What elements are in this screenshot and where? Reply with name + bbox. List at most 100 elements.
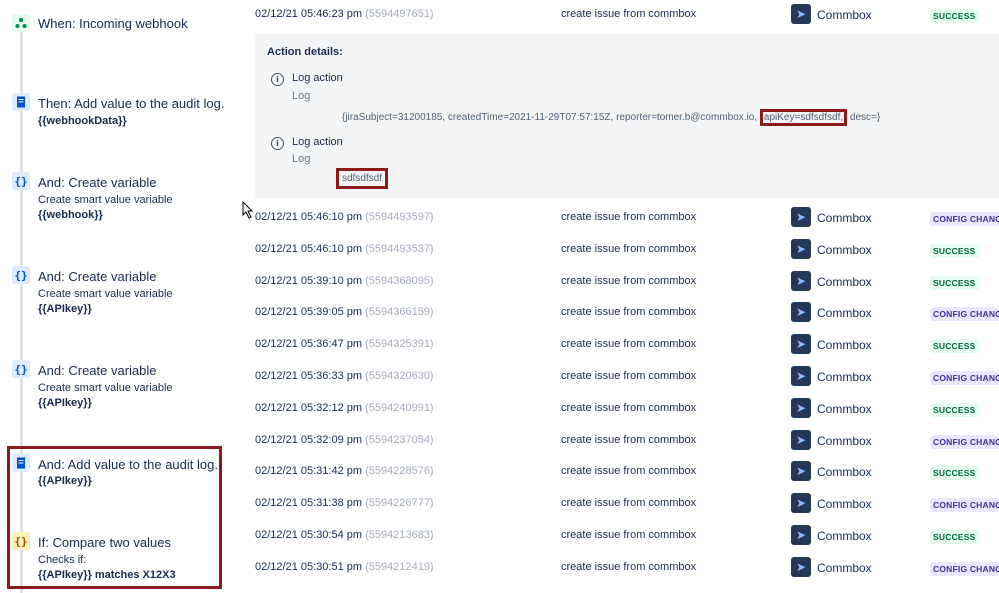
row-date: 02/12/21 05:46:23 pm (5594497651) (255, 8, 434, 20)
rule-step-value: {{webhook}} (38, 209, 103, 221)
row-project: Commbox (817, 497, 872, 512)
row-date: 02/12/21 05:30:51 pm (5594212419) (255, 560, 434, 573)
row-project: Commbox (817, 338, 872, 353)
status-badge: SUCCESS (930, 243, 979, 258)
row-date: 02/12/21 05:36:47 pm (5594325391) (255, 338, 434, 351)
row-project: Commbox (817, 242, 872, 257)
row-id: (5594212419) (365, 560, 434, 573)
audit-log-row[interactable]: 02/12/21 05:30:54 pm (5594213683) create … (240, 520, 999, 552)
status-badge: CONFIG CHANG (930, 307, 999, 322)
variable-icon: {} (12, 172, 30, 190)
rocket-icon: ➤ (791, 270, 811, 291)
row-summary: create issue from commbox (561, 433, 697, 446)
row-id: (5594226777) (365, 497, 434, 510)
status-badge: SUCCESS (930, 275, 979, 290)
row-summary: create issue from commbox (561, 338, 697, 351)
rule-step-title: And: Create variable (38, 363, 157, 378)
status-badge: SUCCESS (930, 9, 979, 23)
rule-step-subtitle: Create smart value variable (38, 288, 173, 300)
log-api-key-value: sdfsdfsdf (336, 168, 389, 189)
rule-step-title: Then: Add value to the audit log. (38, 96, 225, 111)
row-date: 02/12/21 05:39:10 pm (5594368095) (255, 274, 434, 287)
row-summary: create issue from commbox (561, 465, 697, 478)
audit-log-row[interactable]: 02/12/21 05:46:23 pm (5594497651) create… (240, 0, 999, 32)
row-project: Commbox (817, 211, 872, 225)
audit-log-row[interactable]: 02/12/21 05:36:33 pm (5594320630) create … (240, 361, 999, 393)
row-summary: create issue from commbox (561, 306, 697, 319)
row-id: (5594237054) (365, 433, 434, 446)
row-date: 02/12/21 05:46:10 pm (5594493537) (255, 242, 434, 255)
rocket-icon: ➤ (791, 302, 811, 323)
rule-step-value: {{APIkey}} (38, 397, 92, 409)
status-badge: CONFIG CHANG (930, 212, 999, 226)
action-details-panel: Action details: i Log action Log {jiraSu… (255, 34, 999, 198)
row-summary: create issue from commbox (561, 370, 697, 382)
row-id: (5594320630) (365, 370, 434, 382)
rocket-icon: ➤ (791, 556, 811, 577)
log-action-subtitle: Log (292, 90, 311, 102)
rocket-icon: ➤ (791, 334, 811, 355)
row-summary: create issue from commbox (561, 497, 697, 510)
log-api-key: apiKey=sdfsdfsdf, (759, 109, 848, 126)
row-id: (5594368095) (365, 274, 434, 287)
status-badge: SUCCESS (930, 530, 979, 544)
audit-log-row[interactable]: 02/12/21 05:31:38 pm (5594226777) create … (240, 488, 999, 520)
row-project: Commbox (817, 529, 872, 543)
audit-log-row[interactable]: 02/12/21 05:31:42 pm (5594228576) create … (240, 456, 999, 488)
audit-log-row[interactable]: 02/12/21 05:30:51 pm (5594212419) create … (240, 552, 999, 584)
log-action-subtitle: Log (292, 153, 311, 165)
rule-steps-panel: When: Incoming webhook Then: Add value t… (0, 0, 240, 593)
row-summary: create issue from commbox (561, 211, 697, 223)
row-project: Commbox (817, 370, 872, 384)
status-badge: SUCCESS (930, 339, 979, 354)
audit-log-row[interactable]: 02/12/21 05:32:09 pm (5594237054) create … (240, 425, 999, 457)
row-id: (5594366159) (365, 306, 434, 319)
rocket-icon: ➤ (791, 493, 811, 514)
annotation-highlight-box (7, 446, 222, 589)
info-icon: i (271, 137, 284, 150)
row-date: 02/12/21 05:31:42 pm (5594228576) (255, 465, 434, 478)
row-summary: create issue from commbox (561, 8, 697, 20)
row-id: (5594240991) (365, 401, 434, 414)
audit-log-row[interactable]: 02/12/21 05:36:47 pm (5594325391) create … (240, 329, 999, 361)
row-summary: create issue from commbox (561, 274, 697, 287)
row-id: (5594325391) (365, 338, 434, 351)
rocket-icon: ➤ (791, 525, 811, 545)
info-icon: i (271, 73, 284, 86)
row-summary: create issue from commbox (561, 242, 697, 255)
rule-step-title: When: Incoming webhook (38, 16, 188, 31)
row-project: Commbox (817, 274, 872, 289)
row-project: Commbox (817, 306, 872, 321)
audit-log-icon (12, 93, 30, 111)
row-id: (5594493537) (365, 242, 434, 255)
variable-icon: {} (12, 266, 30, 284)
audit-log-row[interactable]: 02/12/21 05:39:10 pm (5594368095) create … (240, 266, 999, 298)
rocket-icon: ➤ (791, 207, 811, 227)
row-summary: create issue from commbox (561, 560, 697, 573)
row-id: (5594497651) (365, 8, 434, 20)
row-project: Commbox (817, 433, 872, 448)
row-project: Commbox (817, 560, 872, 575)
log-action-title: Log action (292, 136, 343, 148)
status-badge: SUCCESS (930, 466, 979, 481)
row-date: 02/12/21 05:32:09 pm (5594237054) (255, 433, 434, 446)
row-date: 02/12/21 05:31:38 pm (5594226777) (255, 497, 434, 510)
rocket-icon: ➤ (791, 238, 811, 259)
rule-step-title: And: Create variable (38, 175, 157, 190)
rule-step-value: {{webhookData}} (38, 115, 127, 127)
audit-log-row[interactable]: 02/12/21 05:39:05 pm (5594366159) create … (240, 297, 999, 329)
rocket-icon: ➤ (791, 397, 811, 418)
audit-log-row[interactable]: 02/12/21 05:46:10 pm (5594493537) create … (240, 234, 999, 266)
rule-step-value: {{APIkey}} (38, 303, 92, 315)
row-date: 02/12/21 05:46:10 pm (5594493597) (255, 211, 434, 223)
row-date: 02/12/21 05:36:33 pm (5594320630) (255, 370, 434, 382)
status-badge: CONFIG CHANG (930, 498, 999, 513)
row-summary: create issue from commbox (561, 401, 697, 414)
audit-log-row[interactable]: 02/12/21 05:32:12 pm (5594240991) create … (240, 393, 999, 425)
rocket-icon: ➤ (791, 429, 811, 450)
row-id: (5594493597) (365, 211, 434, 223)
row-summary: create issue from commbox (561, 529, 697, 541)
status-badge: CONFIG CHANG (930, 561, 999, 576)
audit-log-row[interactable]: 02/12/21 05:46:10 pm (5594493597) create … (240, 202, 999, 234)
log-action-title: Log action (292, 72, 343, 84)
